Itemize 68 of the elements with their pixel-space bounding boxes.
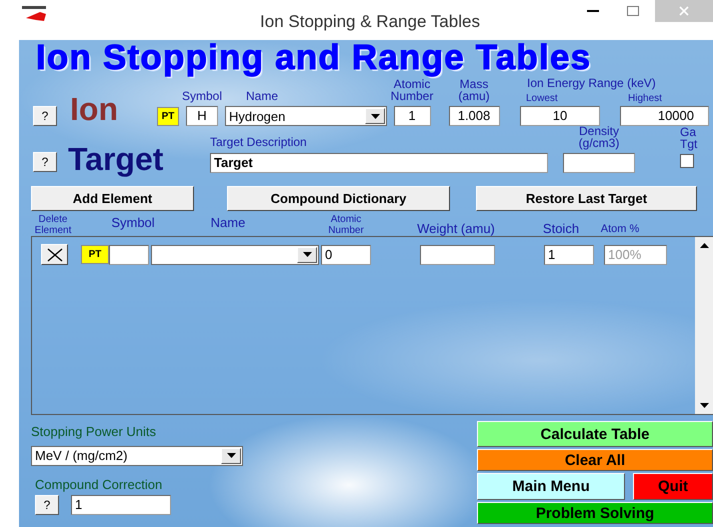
name-dropdown[interactable]: Hydrogen <box>225 106 387 126</box>
maximize-icon <box>627 6 639 16</box>
minimize-icon <box>587 10 599 12</box>
field-label: Density (g/cm3) <box>578 124 620 150</box>
units-dropdown[interactable]: MeV / (mg/cm2) <box>31 446 243 466</box>
periodic-table-button[interactable]: PT <box>157 107 179 126</box>
help-button[interactable]: ? <box>33 106 57 126</box>
density-field[interactable] <box>563 153 635 173</box>
calculate-button[interactable]: Calculate Table <box>477 421 713 447</box>
field-label: Stopping Power Units <box>31 425 158 439</box>
app-heading: Ion Stopping and Range Tables <box>35 40 592 76</box>
field-label: Highest <box>628 94 662 104</box>
toolbar-button[interactable]: Compound Dictionary <box>227 186 450 211</box>
field-label: Name <box>246 90 278 103</box>
app-icon <box>22 6 46 22</box>
atomic-number-field[interactable]: 0 <box>321 244 371 264</box>
help-button[interactable]: ? <box>33 152 57 172</box>
field-label: Ion Energy Range (keV) <box>527 77 656 90</box>
target-label: Target <box>68 142 164 176</box>
dropdown-button[interactable] <box>365 108 385 124</box>
window-title: Ion Stopping & Range Tables <box>259 12 481 32</box>
problem-solving-button[interactable]: Problem Solving <box>477 502 713 524</box>
caret-icon <box>370 114 380 118</box>
weight-field[interactable] <box>420 244 495 264</box>
quit-button[interactable]: Quit <box>633 473 713 500</box>
mass-field[interactable]: 1.008 <box>448 106 500 126</box>
compound-correction-field[interactable]: 1 <box>71 495 171 516</box>
main-menu-button[interactable]: Main Menu <box>477 473 625 500</box>
column-header: Stoich <box>542 222 580 236</box>
up-arrow-icon <box>700 243 708 248</box>
highest-energy-field[interactable]: 10000 <box>620 106 709 126</box>
symbol-field[interactable] <box>109 244 149 264</box>
help-button[interactable]: ? <box>35 495 59 516</box>
close-icon <box>46 248 62 262</box>
field-label: Compound Correction <box>35 478 164 492</box>
field-label: Mass (amu) <box>457 78 491 103</box>
periodic-table-button[interactable]: PT <box>81 245 109 264</box>
column-header: Atom % <box>600 224 640 236</box>
field-label: Lowest <box>526 94 558 104</box>
delete-button[interactable] <box>41 244 68 265</box>
dropdown-button[interactable] <box>297 246 317 262</box>
ion-label: Ion <box>70 92 118 126</box>
field-label: Ga <box>680 126 696 138</box>
toolbar-button[interactable]: Add Element <box>31 186 194 211</box>
field-label: Target Description <box>210 136 307 149</box>
field-label: Tgt <box>680 138 698 151</box>
down-arrow-icon <box>700 403 708 408</box>
lowest-energy-field[interactable]: 10 <box>520 106 600 126</box>
target-description-field[interactable]: Target <box>210 153 548 173</box>
scrollbar[interactable] <box>695 237 713 414</box>
toolbar-button[interactable]: Restore Last Target <box>476 186 697 211</box>
column-header: Delete Element <box>34 215 72 236</box>
dropdown-button[interactable] <box>221 448 241 464</box>
gas-target-checkbox[interactable] <box>680 154 694 168</box>
column-header: Atomic Number <box>327 215 365 236</box>
name-dropdown[interactable] <box>151 244 319 264</box>
atomic-number-field[interactable]: 1 <box>394 106 430 126</box>
column-header: Symbol <box>110 216 156 230</box>
symbol-field[interactable]: H <box>186 106 218 126</box>
clear-button[interactable]: Clear All <box>477 449 713 471</box>
stoich-field[interactable]: 1 <box>544 244 594 264</box>
caret-icon <box>226 453 236 458</box>
field-label: Atomic Number <box>390 78 434 103</box>
caret-icon <box>302 252 312 257</box>
close-icon <box>679 6 689 16</box>
column-header: Name <box>210 216 246 230</box>
field-label: Symbol <box>182 90 222 103</box>
column-header: Weight (amu) <box>416 222 496 236</box>
